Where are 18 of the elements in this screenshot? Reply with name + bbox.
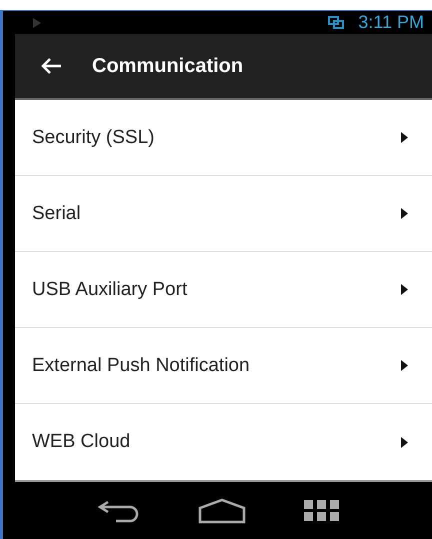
menu-item[interactable]: Serial: [15, 176, 432, 252]
chevron-icon: [401, 360, 408, 371]
home-icon[interactable]: [198, 498, 246, 524]
chevron-icon: [401, 284, 408, 295]
chevron-icon: [401, 132, 408, 143]
status-time: 3:11 PM: [358, 12, 424, 33]
menu-item[interactable]: USB Auxiliary Port: [15, 252, 432, 328]
back-arrow-icon[interactable]: [40, 57, 62, 75]
menu-item[interactable]: External Push Notification: [15, 328, 432, 404]
menu-item[interactable]: Security (SSL): [15, 100, 432, 176]
chevron-icon: [401, 208, 408, 219]
network-icon: [328, 16, 344, 30]
play-icon: [33, 18, 41, 28]
menu-item[interactable]: WEB Cloud: [15, 404, 432, 480]
back-icon[interactable]: [96, 498, 140, 522]
chevron-icon: [401, 436, 408, 448]
apps-grid-icon[interactable]: [304, 500, 340, 522]
app-bar-title: Communication: [92, 54, 244, 78]
